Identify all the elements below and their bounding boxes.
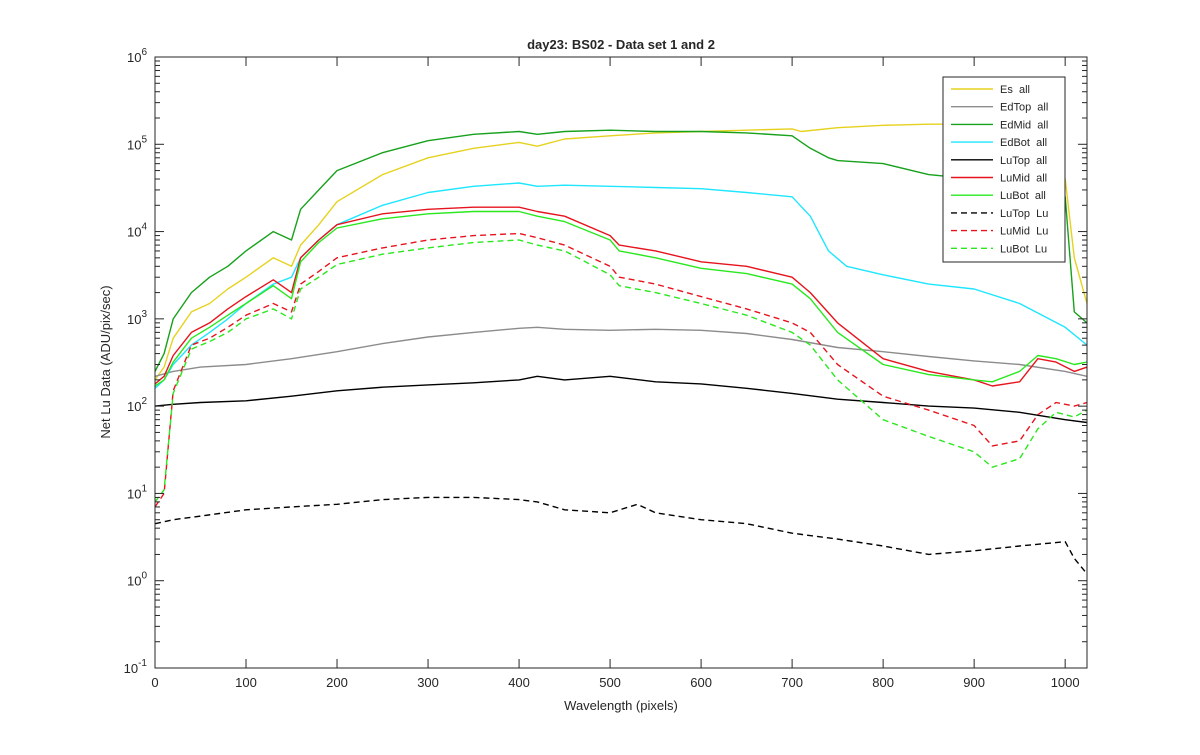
x-tick-label: 400 (508, 675, 530, 690)
legend-label: LuTop all (1000, 155, 1047, 167)
chart-title: day23: BS02 - Data set 1 and 2 (527, 37, 715, 52)
x-tick-label: 800 (872, 675, 894, 690)
x-tick-label: 1000 (1051, 675, 1080, 690)
legend-label: LuBot Lu (1000, 243, 1047, 255)
chart: 0 100 200 300 400 500 600 700 800 900 1000 10-1 100… (0, 0, 1200, 750)
legend-label: EdBot all (1000, 137, 1047, 149)
y-axis-label: Net Lu Data (ADU/pix/sec) (98, 285, 113, 438)
x-axis-label: Wavelength (pixels) (564, 698, 678, 713)
x-tick-label: 300 (417, 675, 439, 690)
x-tick-label: 900 (963, 675, 985, 690)
legend-label: LuBot all (1000, 190, 1046, 202)
chart-svg: 0 100 200 300 400 500 600 700 800 900 1000 10-1100… (0, 0, 1200, 750)
legend-label: LuMid all (1000, 173, 1047, 185)
x-tick-label: 700 (781, 675, 803, 690)
legend-label: LuMid Lu (1000, 226, 1048, 238)
legend-label: EdTop all (1000, 102, 1048, 114)
legend-label: Es all (1000, 84, 1030, 96)
legend: Es all EdTop all EdMid all EdBot all LuTop a… (942, 76, 1066, 263)
x-tick-label: 200 (326, 675, 348, 690)
x-tick-label: 0 (151, 675, 158, 690)
legend-label: EdMid all (1000, 119, 1048, 131)
x-tick-label: 600 (690, 675, 712, 690)
x-tick-label: 500 (599, 675, 621, 690)
legend-label: LuTop Lu (1000, 208, 1048, 220)
x-tick-label: 100 (235, 675, 257, 690)
